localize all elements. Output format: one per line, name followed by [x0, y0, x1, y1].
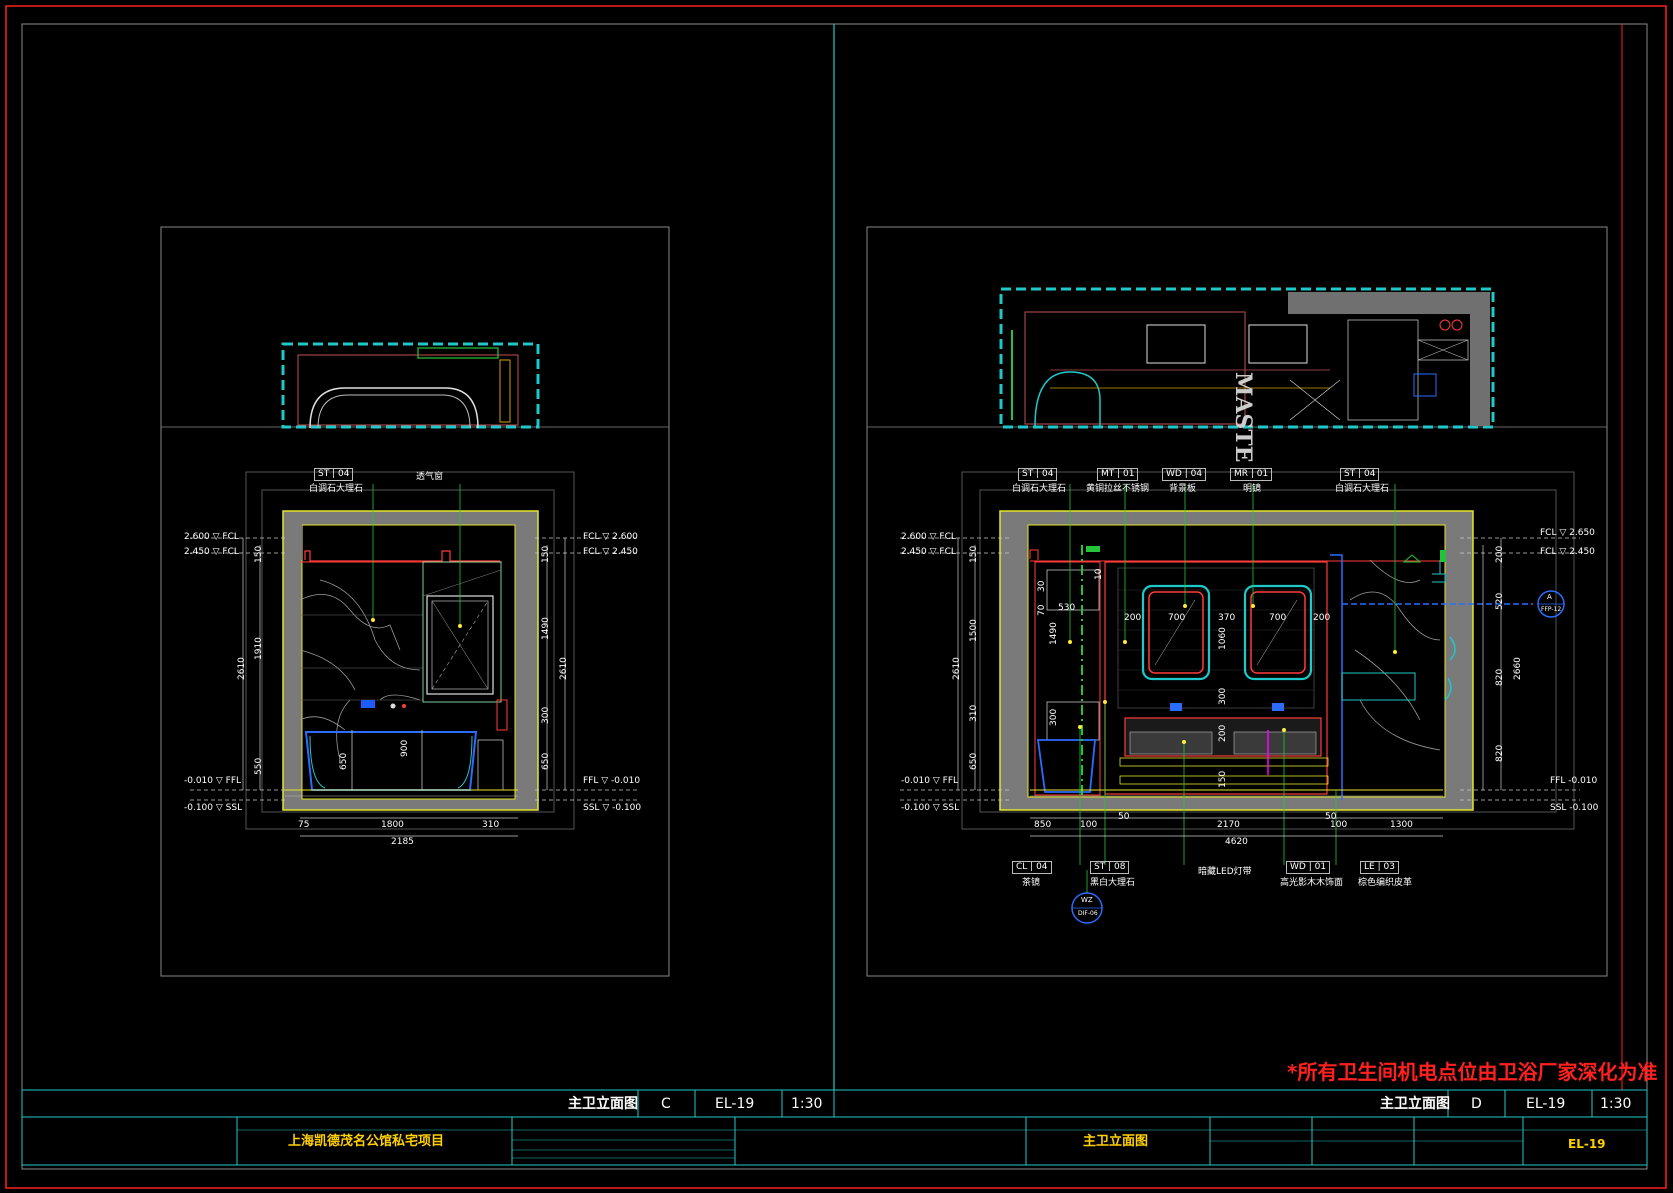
- plan-brand-text: MASTE: [1230, 372, 1256, 462]
- cad-drawing-sheet: MASTE: [5, 5, 1667, 1189]
- elevation-d: [900, 471, 1580, 924]
- elevation-c: [190, 471, 640, 837]
- plan-key-d: MASTE: [999, 287, 1495, 462]
- plan-key-c: [281, 342, 540, 429]
- title-strip: [21, 1089, 1648, 1166]
